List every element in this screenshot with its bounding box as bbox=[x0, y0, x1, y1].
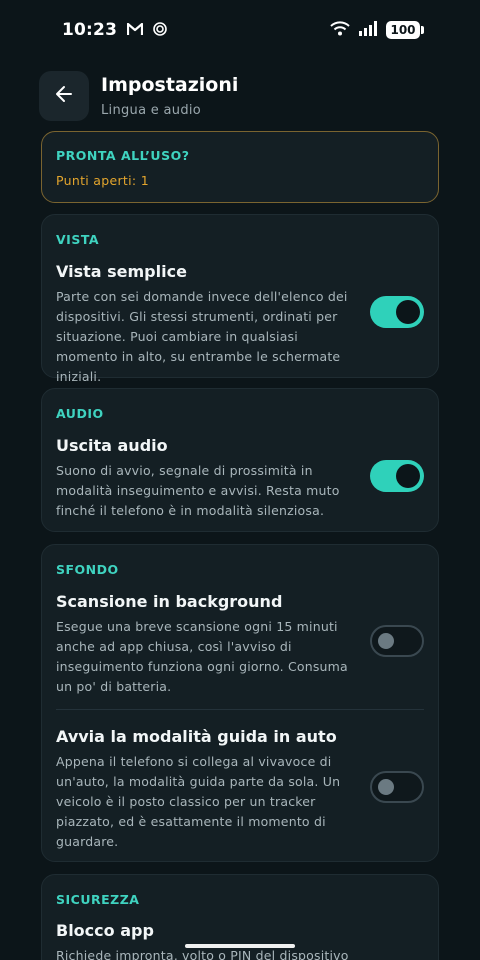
app-lock-title: Blocco app bbox=[56, 921, 154, 940]
background-scan-description: Esegue una breve scansione ogni 15 minut… bbox=[56, 619, 348, 694]
page-title: Impostazioni bbox=[101, 73, 239, 96]
background-scan-title: Scansione in background bbox=[56, 592, 283, 611]
audio-output-title: Uscita audio bbox=[56, 436, 168, 455]
divider bbox=[56, 709, 424, 710]
battery-indicator: 100 bbox=[386, 21, 424, 39]
section-label-sicurezza: SICUREZZA bbox=[56, 892, 140, 907]
simple-view-description: Parte con sei domande invece dell'elenco… bbox=[56, 289, 348, 384]
car-mode-title: Avvia la modalità guida in auto bbox=[56, 727, 337, 746]
section-label-vista: VISTA bbox=[56, 232, 100, 247]
vista-card: VISTA Vista semplice Parte con sei doman… bbox=[41, 214, 439, 384]
app-lock-description: Richiede impronta, volto o PIN del dispo… bbox=[56, 948, 349, 960]
ready-card[interactable]: PRONTA ALL’USO? Punti aperti: 1 bbox=[41, 131, 439, 203]
open-points-label: Punti aperti: 1 bbox=[56, 173, 149, 188]
home-indicator[interactable] bbox=[185, 944, 295, 948]
simple-view-toggle[interactable] bbox=[370, 296, 424, 328]
signal-icon bbox=[358, 20, 378, 40]
audio-card: AUDIO Uscita audio Suono di avvio, segna… bbox=[41, 388, 439, 532]
audio-output-toggle[interactable] bbox=[370, 460, 424, 492]
audio-output-description: Suono di avvio, segnale di prossimità in… bbox=[56, 463, 340, 518]
page-subtitle: Lingua e audio bbox=[101, 103, 202, 119]
background-scan-toggle[interactable] bbox=[370, 625, 424, 657]
car-mode-toggle[interactable] bbox=[370, 771, 424, 803]
gmail-icon bbox=[127, 21, 144, 40]
car-mode-description: Appena il telefono si collega al vivavoc… bbox=[56, 754, 341, 849]
sync-notification-icon bbox=[153, 21, 167, 40]
simple-view-title: Vista semplice bbox=[56, 262, 187, 281]
status-time: 10:23 bbox=[62, 20, 118, 40]
toggle-knob bbox=[378, 633, 394, 649]
toggle-knob bbox=[396, 464, 420, 488]
section-label-sfondo: SFONDO bbox=[56, 562, 119, 577]
arrow-left-icon bbox=[54, 84, 74, 108]
section-label-audio: AUDIO bbox=[56, 406, 104, 421]
toggle-knob bbox=[378, 779, 394, 795]
background-card: SFONDO Scansione in background Esegue un… bbox=[41, 544, 439, 862]
wifi-icon bbox=[330, 20, 350, 40]
back-button[interactable] bbox=[39, 71, 89, 121]
ready-card-title: PRONTA ALL’USO? bbox=[56, 148, 190, 163]
page-header: Impostazioni Lingua e audio bbox=[39, 70, 441, 122]
toggle-knob bbox=[396, 300, 420, 324]
status-bar: 10:23 100 bbox=[0, 0, 480, 60]
